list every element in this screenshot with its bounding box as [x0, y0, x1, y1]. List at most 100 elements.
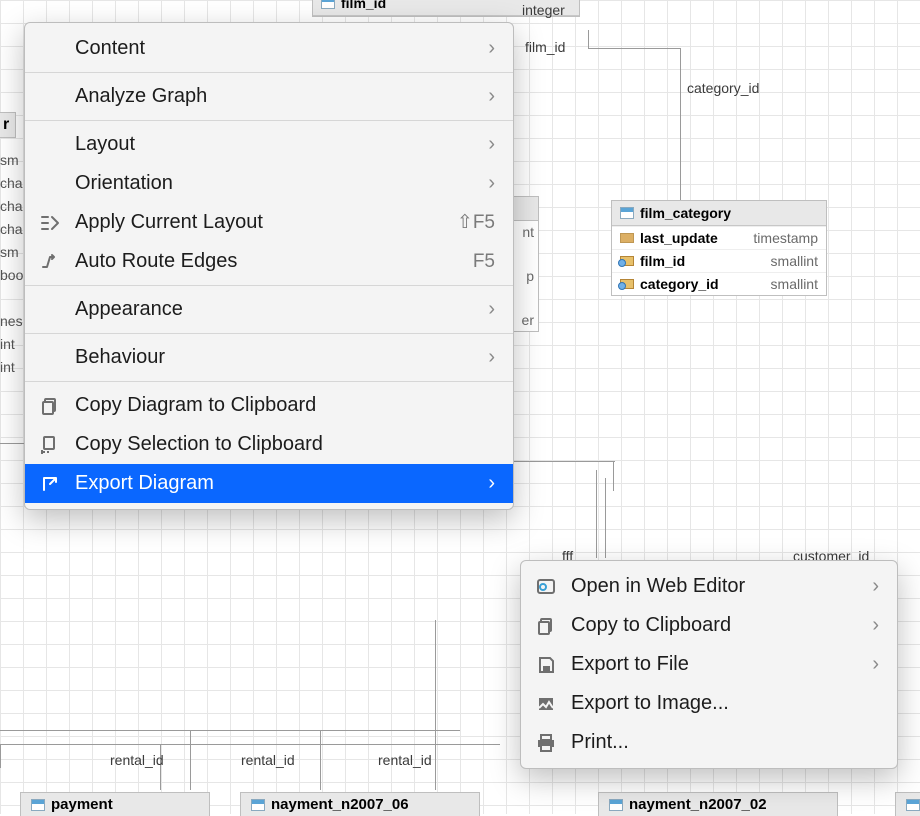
- menu-shortcut: ⇧F5: [427, 211, 495, 234]
- edge-line: [500, 461, 615, 462]
- submenu-export-to-file[interactable]: Export to File ›: [521, 645, 897, 684]
- table-film-category[interactable]: film_category last_update timestamp film…: [611, 200, 827, 296]
- chevron-right-icon: ›: [842, 614, 879, 637]
- save-icon: [535, 654, 557, 676]
- table-header-fragment[interactable]: n: [895, 792, 920, 816]
- chevron-right-icon: ›: [842, 653, 879, 676]
- edge-line: [613, 461, 614, 491]
- menu-item-layout[interactable]: Layout ›: [25, 125, 513, 164]
- chevron-right-icon: ›: [842, 575, 879, 598]
- table-header-payment-2007-02[interactable]: nayment_n2007_02: [598, 792, 838, 816]
- menu-item-export-diagram[interactable]: Export Diagram ›: [25, 464, 513, 503]
- edge-line: [435, 620, 436, 790]
- menu-shortcut: F5: [443, 251, 495, 273]
- edge-line: [320, 730, 321, 790]
- menu-item-appearance[interactable]: Appearance ›: [25, 290, 513, 329]
- menu-item-label: Export Diagram: [75, 472, 214, 495]
- menu-item-label: Open in Web Editor: [571, 575, 745, 598]
- edge-line: [605, 478, 606, 558]
- menu-item-label: Copy to Clipboard: [571, 614, 731, 637]
- image-icon: [535, 693, 557, 715]
- menu-item-label: Export to Image...: [571, 692, 729, 715]
- menu-separator: [25, 120, 513, 121]
- column-type: integer: [522, 2, 565, 18]
- chevron-right-icon: ›: [458, 472, 495, 495]
- column-icon: [620, 233, 634, 243]
- chevron-right-icon: ›: [458, 172, 495, 195]
- edge-line: [588, 48, 680, 49]
- table-icon: [31, 799, 45, 811]
- submenu-export-to-image[interactable]: Export to Image...: [521, 684, 897, 723]
- menu-item-copy-diagram-clipboard[interactable]: Copy Diagram to Clipboard: [25, 386, 513, 425]
- menu-item-label: Apply Current Layout: [75, 211, 263, 234]
- submenu-open-web-editor[interactable]: Open in Web Editor ›: [521, 567, 897, 606]
- table-row[interactable]: film_id smallint: [612, 249, 826, 272]
- table-icon: [609, 799, 623, 811]
- menu-item-analyze-graph[interactable]: Analyze Graph ›: [25, 77, 513, 116]
- menu-item-label: Analyze Graph: [75, 85, 207, 108]
- table-icon: [620, 207, 634, 219]
- fk-icon: [620, 256, 634, 266]
- menu-item-label: Print...: [571, 731, 629, 754]
- edge-line: [588, 30, 589, 48]
- table-header-payment[interactable]: payment: [20, 792, 210, 816]
- edge-line: [0, 744, 500, 745]
- table-title: film_id: [341, 0, 386, 11]
- table-header[interactable]: film_category: [612, 201, 826, 226]
- table-icon: [906, 799, 920, 811]
- left-partial-header: r: [0, 112, 16, 138]
- copy-text-icon: [39, 434, 61, 456]
- menu-item-label: Export to File: [571, 653, 689, 676]
- chevron-right-icon: ›: [458, 85, 495, 108]
- edge-line: [0, 730, 460, 731]
- table-icon: [251, 799, 265, 811]
- menu-item-label: Appearance: [75, 298, 183, 321]
- route-icon: [39, 251, 61, 273]
- menu-item-apply-current-layout[interactable]: Apply Current Layout ⇧F5: [25, 203, 513, 242]
- edge-line: [680, 48, 681, 200]
- menu-item-orientation[interactable]: Orientation ›: [25, 164, 513, 203]
- menu-item-label: Content: [75, 37, 145, 60]
- edge-label-rental-id: rental_id: [378, 752, 432, 768]
- apply-layout-icon: [39, 212, 61, 234]
- menu-item-label: Behaviour: [75, 346, 165, 369]
- menu-separator: [25, 333, 513, 334]
- menu-separator: [25, 285, 513, 286]
- edge-label-film-id: film_id: [525, 39, 565, 55]
- menu-item-label: Copy Diagram to Clipboard: [75, 394, 316, 417]
- chevron-right-icon: ›: [458, 298, 495, 321]
- menu-item-label: Copy Selection to Clipboard: [75, 433, 323, 456]
- submenu-copy-to-clipboard[interactable]: Copy to Clipboard ›: [521, 606, 897, 645]
- edge-label-rental-id: rental_id: [110, 752, 164, 768]
- table-icon: [321, 0, 335, 9]
- copy-icon: [535, 615, 557, 637]
- copy-icon: [39, 395, 61, 417]
- edge-label-category-id: category_id: [687, 80, 759, 96]
- menu-item-auto-route-edges[interactable]: Auto Route Edges F5: [25, 242, 513, 281]
- chevron-right-icon: ›: [458, 346, 495, 369]
- chevron-right-icon: ›: [458, 37, 495, 60]
- table-row[interactable]: category_id smallint: [612, 272, 826, 295]
- menu-separator: [25, 381, 513, 382]
- submenu-print[interactable]: Print...: [521, 723, 897, 762]
- chevron-right-icon: ›: [458, 133, 495, 156]
- edge-line: [596, 470, 597, 558]
- table-title: film_category: [640, 205, 731, 221]
- table-row[interactable]: last_update timestamp: [612, 226, 826, 249]
- fk-icon: [620, 279, 634, 289]
- export-icon: [39, 473, 61, 495]
- left-partial-types: sm cha cha cha sm boo nes int int: [0, 148, 23, 378]
- edge-line: [190, 730, 191, 790]
- menu-separator: [25, 72, 513, 73]
- menu-item-copy-selection-clipboard[interactable]: Copy Selection to Clipboard: [25, 425, 513, 464]
- menu-item-content[interactable]: Content ›: [25, 29, 513, 68]
- edge-line: [0, 744, 1, 768]
- edge-label-rental-id: rental_id: [241, 752, 295, 768]
- export-submenu: Open in Web Editor › Copy to Clipboard ›…: [520, 560, 898, 769]
- print-icon: [535, 732, 557, 754]
- web-editor-icon: [535, 576, 557, 598]
- menu-item-behaviour[interactable]: Behaviour ›: [25, 338, 513, 377]
- table-header-payment-2007-06[interactable]: nayment_n2007_06: [240, 792, 480, 816]
- menu-item-label: Orientation: [75, 172, 173, 195]
- context-menu: Content › Analyze Graph › Layout › Orien…: [24, 22, 514, 510]
